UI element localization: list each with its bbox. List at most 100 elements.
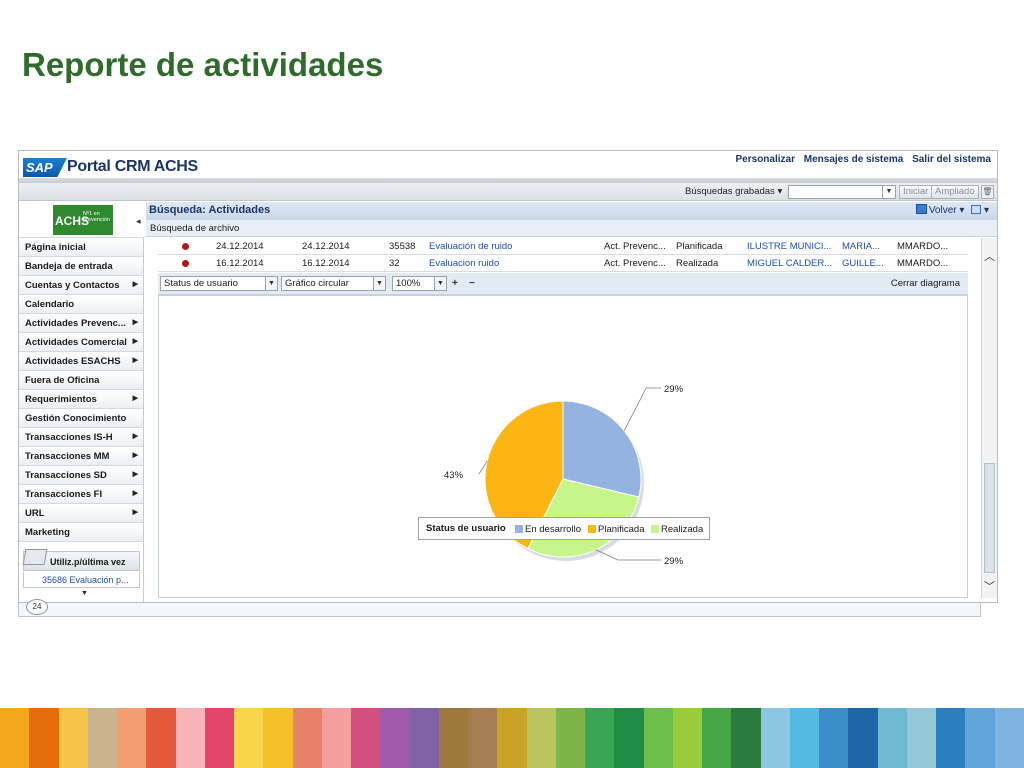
sidebar-item[interactable]: Marketing [19, 523, 143, 542]
caret-down-icon: ▾ [777, 186, 783, 197]
stripe [204, 708, 234, 768]
stripe [526, 708, 556, 768]
saved-searches-label: Búsquedas grabadas [685, 186, 775, 197]
submenu-arrow-icon: ▶ [132, 452, 138, 459]
results-table: 24.12.2014 24.12.2014 35538 Evaluación de r… [158, 238, 968, 272]
sidebar-item[interactable]: URL ▶ [19, 504, 143, 523]
zoom-in-icon[interactable]: + [452, 278, 458, 289]
scroll-down-icon[interactable]: ﹀ [984, 578, 995, 594]
start-button[interactable]: Iniciar [899, 185, 933, 199]
scroll-up-icon[interactable]: ︿ [984, 248, 995, 264]
submenu-arrow-icon: ▶ [132, 281, 138, 288]
sidebar-item[interactable]: Transacciones FI ▶ [19, 485, 143, 504]
cell-start: 24.12.2014 [216, 241, 264, 252]
cell-category: Act. Prevenc... [604, 258, 666, 269]
collapse-sidebar-icon[interactable]: ◂ [136, 216, 141, 227]
trash-icon[interactable]: 🗑 [981, 185, 994, 199]
vertical-scrollbar[interactable]: ︿ ﹀ [981, 238, 997, 598]
legend-item-en-desarrollo: En desarrollo [515, 524, 581, 535]
stripe [994, 708, 1024, 768]
stripe [760, 708, 790, 768]
sidebar-item[interactable]: Bandeja de entrada [19, 257, 143, 276]
table-row[interactable]: 16.12.2014 16.12.2014 32 Evaluacion ruido Ac… [158, 255, 968, 272]
submenu-arrow-icon: ▶ [132, 433, 138, 440]
cell-desc[interactable]: Evaluación de ruido [429, 241, 512, 252]
saved-search-input[interactable]: ▼ [788, 185, 896, 199]
sidebar-item[interactable]: Actividades Prevenc... ▶ [19, 314, 143, 333]
stripe [380, 708, 410, 768]
status-dot-icon [182, 243, 189, 250]
sidebar-item[interactable]: Calendario [19, 295, 143, 314]
sidebar-item[interactable]: Transacciones MM ▶ [19, 447, 143, 466]
cell-desc[interactable]: Evaluacion ruido [429, 258, 499, 269]
stripe [936, 708, 966, 768]
sidebar-item[interactable]: Página inicial [19, 238, 143, 257]
sidebar-item[interactable]: Transacciones SD ▶ [19, 466, 143, 485]
stripe [146, 708, 176, 768]
close-chart-link[interactable]: Cerrar diagrama [891, 278, 960, 289]
back-button[interactable]: Volver ▾ ▾ [915, 204, 989, 216]
stripe [263, 708, 293, 768]
cell-start: 16.12.2014 [216, 258, 264, 269]
extended-button[interactable]: Ampliado [931, 185, 979, 199]
cell-account[interactable]: ILUSTRE MUNICI... [747, 241, 831, 252]
zoom-value: 100% [396, 278, 421, 289]
chart-field-value: Status de usuario [164, 278, 238, 289]
submenu-arrow-icon: ▶ [132, 490, 138, 497]
personalize-link[interactable]: Personalizar [736, 154, 795, 165]
pie-data-label: 29% [664, 556, 684, 567]
sidebar-item[interactable]: Actividades ESACHS ▶ [19, 352, 143, 371]
sidebar-item[interactable]: Transacciones IS-H ▶ [19, 428, 143, 447]
table-row[interactable]: 24.12.2014 24.12.2014 35538 Evaluación de r… [158, 238, 968, 255]
sidebar-item[interactable]: Fuera de Oficina [19, 371, 143, 390]
scrollbar-thumb[interactable] [984, 463, 995, 573]
legend-item-planificada: Planificada [588, 524, 644, 535]
cell-contact[interactable]: MARIA... [842, 241, 880, 252]
sidebar-item[interactable]: Gestión Conocimiento [19, 409, 143, 428]
pie-leader-line [623, 387, 661, 431]
dropdown-arrow-icon[interactable]: ▼ [882, 186, 895, 198]
pie-leader-line [595, 549, 661, 561]
slide-title: Reporte de actividades [22, 46, 384, 83]
legend-swatch [588, 525, 596, 533]
zoom-select[interactable]: 100% ▼ [392, 276, 447, 291]
chart-field-select[interactable]: Status de usuario ▼ [160, 276, 278, 291]
page-title: Búsqueda: Actividades [149, 204, 271, 216]
cell-id: 32 [389, 258, 400, 269]
achs-logo: ACHS Nº1 en prevención [53, 205, 113, 235]
cell-account[interactable]: MIGUEL CALDER... [747, 258, 832, 269]
legend-swatch [515, 525, 523, 533]
sidebar-item-label: Transacciones FI [25, 489, 103, 500]
cell-status: Planificada [676, 241, 723, 252]
chart-type-select[interactable]: Gráfico circular ▼ [281, 276, 386, 291]
stripe [906, 708, 936, 768]
cell-contact[interactable]: GUILLE... [842, 258, 884, 269]
submenu-arrow-icon: ▶ [132, 338, 138, 345]
recently-used-item[interactable]: 35686 Evaluación p... [23, 572, 140, 588]
scroll-down-icon[interactable]: ▼ [81, 590, 88, 597]
sidebar-item[interactable]: Actividades Comercial ▶ [19, 333, 143, 352]
stripe [672, 708, 702, 768]
dropdown-arrow-icon: ▼ [265, 277, 277, 290]
saved-searches-menu[interactable]: Búsquedas grabadas ▾ [685, 186, 782, 197]
stripe [468, 708, 498, 768]
submenu-arrow-icon: ▶ [132, 471, 138, 478]
search-page-header: Búsqueda: Actividades Volver ▾ ▾ [146, 202, 997, 220]
stripe [58, 708, 88, 768]
recently-used-title: Utiliz.p/última vez [50, 557, 126, 567]
legend-label: Planificada [598, 524, 645, 535]
sidebar-item[interactable]: Requerimientos ▶ [19, 390, 143, 409]
decorative-stripes [0, 708, 1024, 768]
sidebar-item[interactable]: Cuentas y Contactos ▶ [19, 276, 143, 295]
zoom-out-icon[interactable]: − [469, 278, 475, 289]
pie-data-label: 43% [444, 470, 464, 481]
sidebar-item-label: Calendario [25, 299, 75, 310]
portal-title: Portal CRM ACHS [67, 158, 198, 175]
cell-end: 16.12.2014 [302, 258, 350, 269]
window-icon[interactable] [971, 205, 982, 214]
sidebar-item-label: URL [25, 508, 45, 519]
system-messages-link[interactable]: Mensajes de sistema [804, 154, 904, 165]
stripe [965, 708, 995, 768]
portal-header: SAP Portal CRM ACHS Personalizar Mensaje… [19, 151, 997, 183]
logout-link[interactable]: Salir del sistema [912, 154, 991, 165]
